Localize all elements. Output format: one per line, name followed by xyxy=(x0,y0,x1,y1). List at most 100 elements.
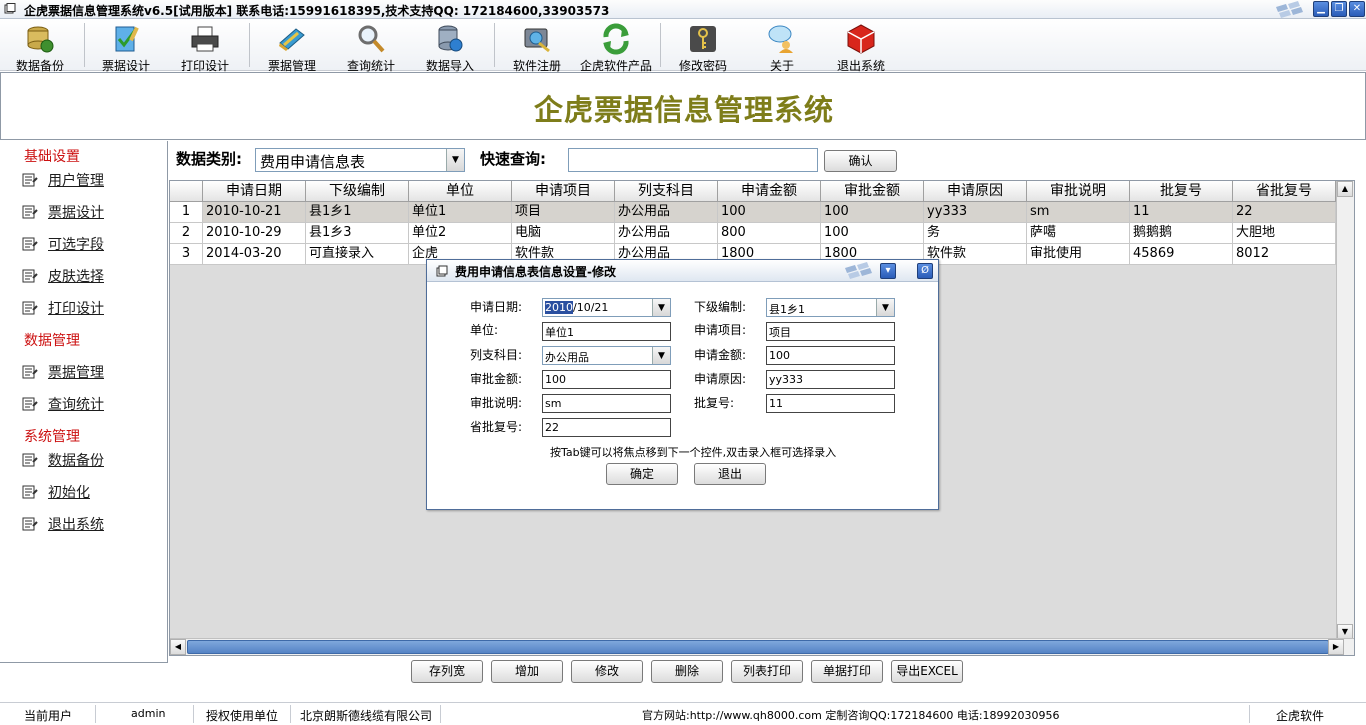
sub-org-label: 下级编制: xyxy=(694,300,747,314)
notepad-icon xyxy=(22,365,38,379)
data-type-value: 费用申请信息表 xyxy=(260,153,366,171)
close-button[interactable]: ✕ xyxy=(1349,1,1365,17)
dialog-title: 费用申请信息表信息设置-修改 xyxy=(455,265,616,279)
chevron-down-icon[interactable]: ▼ xyxy=(876,299,894,316)
toolbar-change-password-button[interactable]: 修改密码 xyxy=(665,21,741,73)
edit-dialog: 费用申请信息表信息设置-修改 ▾ Ø 申请日期: 2010/10/21 ▼ 下级… xyxy=(426,259,939,510)
toolbar-ticket-design-button[interactable]: 票据设计 xyxy=(88,21,164,73)
register-icon xyxy=(524,28,550,53)
apply-date-picker[interactable]: 2010/10/21 ▼ xyxy=(542,298,671,317)
dialog-close-button[interactable]: Ø xyxy=(917,263,933,279)
ticket-print-button[interactable]: 单据打印 xyxy=(811,660,883,683)
toolbar-exit-button[interactable]: 退出系统 xyxy=(823,21,899,73)
note-input[interactable] xyxy=(542,394,671,413)
dialog-ok-button[interactable]: 确定 xyxy=(606,463,678,485)
quick-query-input[interactable] xyxy=(568,148,818,172)
toolbar-register-button[interactable]: 软件注册 xyxy=(499,21,575,73)
column-header[interactable]: 申请日期 xyxy=(203,181,306,202)
approved-input[interactable] xyxy=(542,370,671,389)
column-header[interactable]: 下级编制 xyxy=(306,181,409,202)
scroll-up-icon[interactable]: ▲ xyxy=(1337,181,1353,197)
toolbar-ticket-manage-button[interactable]: 票据管理 xyxy=(254,21,330,73)
auth-unit-value: 北京朗斯德线缆有限公司 xyxy=(300,709,433,723)
reply-no-input[interactable] xyxy=(766,394,895,413)
vertical-scrollbar[interactable]: ▲ ▼ xyxy=(1336,181,1354,640)
scroll-left-icon[interactable]: ◀ xyxy=(170,639,186,655)
printer-icon xyxy=(191,26,219,52)
data-type-select[interactable]: 费用申请信息表 ▼ xyxy=(255,148,465,172)
dialog-exit-button[interactable]: 退出 xyxy=(694,463,766,485)
exit-cube-icon xyxy=(847,24,875,54)
chevron-down-icon[interactable]: ▼ xyxy=(652,347,670,364)
notepad-icon xyxy=(22,237,38,251)
dialog-titlebar: 费用申请信息表信息设置-修改 ▾ Ø xyxy=(427,260,938,282)
data-type-label: 数据类别: xyxy=(176,150,242,168)
column-header[interactable]: 审批说明 xyxy=(1027,181,1130,202)
notepad-icon xyxy=(22,173,38,187)
toolbar-data-backup-button[interactable]: 数据备份 xyxy=(2,21,78,73)
sidebar-group-basic: 基础设置 xyxy=(24,149,80,165)
reply-no-label: 批复号: xyxy=(694,396,735,410)
sub-org-select[interactable]: 县1乡1 ▼ xyxy=(766,298,895,317)
current-user-value: admin xyxy=(131,707,166,720)
ticket-design-icon xyxy=(115,26,139,52)
amount-label: 申请金额: xyxy=(694,348,747,362)
column-header[interactable]: 审批金额 xyxy=(821,181,924,202)
column-header[interactable]: 申请原因 xyxy=(924,181,1027,202)
notepad-icon xyxy=(22,301,38,315)
database-backup-icon xyxy=(27,26,54,53)
modify-button[interactable]: 修改 xyxy=(571,660,643,683)
horizontal-scrollbar[interactable]: ◀ ▶ xyxy=(170,638,1354,655)
prov-reply-no-input[interactable] xyxy=(542,418,671,437)
scroll-right-icon[interactable]: ▶ xyxy=(1328,639,1344,655)
restore-button[interactable]: ❐ xyxy=(1331,1,1347,17)
app-icon xyxy=(4,3,16,14)
auth-unit-label: 授权使用单位 xyxy=(206,709,279,723)
note-label: 审批说明: xyxy=(470,396,523,410)
dialog-minimize-button[interactable]: ▾ xyxy=(880,263,896,279)
toolbar-about-button[interactable]: 关于 xyxy=(744,21,820,73)
column-header[interactable]: 申请项目 xyxy=(512,181,615,202)
project-input[interactable] xyxy=(766,322,895,341)
column-header[interactable]: 申请金额 xyxy=(718,181,821,202)
windows-logo-icon xyxy=(845,262,872,279)
add-button[interactable]: 增加 xyxy=(491,660,563,683)
unit-input[interactable] xyxy=(542,322,671,341)
table-row[interactable]: 2 2010-10-29 县1乡3 单位2 电脑 办公用品 800 100 务 … xyxy=(170,223,1336,244)
notepad-icon xyxy=(22,453,38,467)
dialog-hint: 按Tab键可以将焦点移到下一个控件,双击录入框可选择录入 xyxy=(550,446,837,459)
amount-input[interactable] xyxy=(766,346,895,365)
reason-input[interactable] xyxy=(766,370,895,389)
toolbar-data-import-button[interactable]: 数据导入 xyxy=(412,21,488,73)
banner-title: 企虎票据信息管理系统 xyxy=(533,93,834,127)
database-import-icon xyxy=(438,25,463,52)
approved-label: 审批金额: xyxy=(470,372,523,386)
horizontal-scroll-thumb[interactable] xyxy=(187,640,1329,654)
list-print-button[interactable]: 列表打印 xyxy=(731,660,803,683)
toolbar-query-stats-button[interactable]: 查询统计 xyxy=(333,21,409,73)
key-icon xyxy=(690,26,716,52)
minimize-button[interactable]: ▁ xyxy=(1313,1,1329,17)
notepad-icon xyxy=(22,485,38,499)
chevron-down-icon[interactable]: ▼ xyxy=(652,299,670,316)
row-number-header xyxy=(170,181,203,202)
export-excel-button[interactable]: 导出EXCEL xyxy=(891,660,963,683)
toolbar-print-design-button[interactable]: 打印设计 xyxy=(167,21,243,73)
subject-label: 列支科目: xyxy=(470,348,523,362)
delete-button[interactable]: 删除 xyxy=(651,660,723,683)
app-banner: 企虎票据信息管理系统 xyxy=(0,72,1366,140)
status-bar: 当前用户 admin 授权使用单位 北京朗斯德线缆有限公司 官方网站:http:… xyxy=(0,702,1366,725)
sidebar-group-data: 数据管理 xyxy=(24,333,80,349)
chevron-down-icon[interactable]: ▼ xyxy=(446,149,464,171)
window-titlebar: 企虎票据信息管理系统v6.5[试用版本] 联系电话:15991618395,技术… xyxy=(0,0,1366,19)
toolbar-products-button[interactable]: 企虎软件产品 xyxy=(578,21,654,73)
column-header[interactable]: 省批复号 xyxy=(1233,181,1336,202)
confirm-button[interactable]: 确认 xyxy=(824,150,897,172)
dialog-app-icon xyxy=(436,265,448,277)
column-header[interactable]: 列支科目 xyxy=(615,181,718,202)
column-header[interactable]: 单位 xyxy=(409,181,512,202)
save-column-width-button[interactable]: 存列宽 xyxy=(411,660,483,683)
column-header[interactable]: 批复号 xyxy=(1130,181,1233,202)
subject-select[interactable]: 办公用品 ▼ xyxy=(542,346,671,365)
table-row[interactable]: 1 2010-10-21 县1乡1 单位1 项目 办公用品 100 100 yy… xyxy=(170,202,1336,223)
